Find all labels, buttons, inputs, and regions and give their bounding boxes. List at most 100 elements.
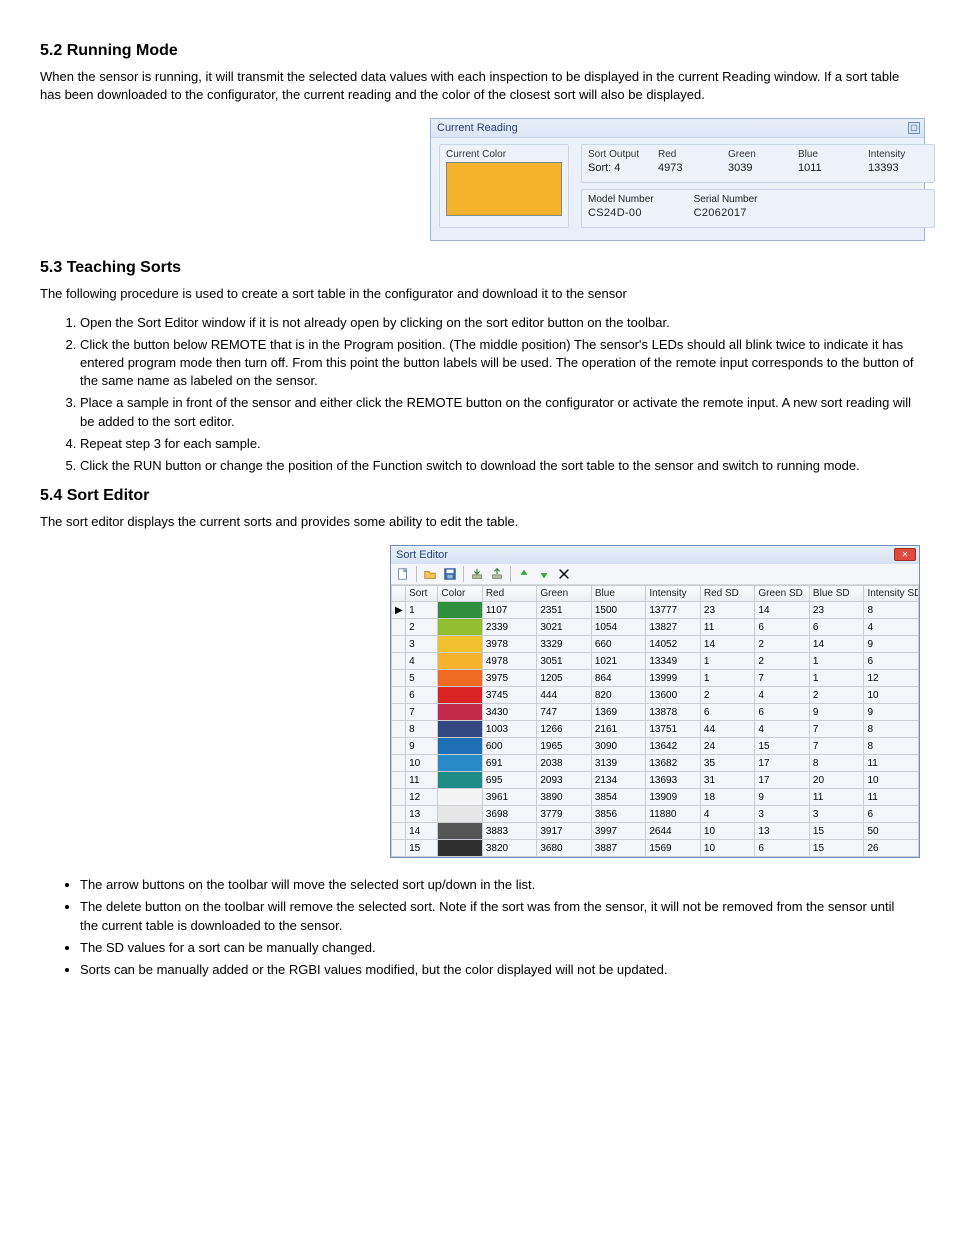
cell-int[interactable]: 13693: [646, 772, 701, 789]
cell-isd[interactable]: 9: [864, 636, 919, 653]
col-green[interactable]: Green: [537, 586, 592, 602]
cell-gsd[interactable]: 6: [755, 704, 810, 721]
cell-blue[interactable]: 1021: [591, 653, 646, 670]
cell-sort[interactable]: 14: [406, 823, 438, 840]
cell-color[interactable]: [438, 823, 482, 840]
cell-red[interactable]: 2339: [482, 619, 537, 636]
cell-blue[interactable]: 3854: [591, 789, 646, 806]
cell-green[interactable]: 747: [537, 704, 592, 721]
cell-blue[interactable]: 864: [591, 670, 646, 687]
cell-sort[interactable]: 8: [406, 721, 438, 738]
cell-bsd[interactable]: 14: [809, 636, 864, 653]
cell-green[interactable]: 3890: [537, 789, 592, 806]
cell-red[interactable]: 3430: [482, 704, 537, 721]
cell-color[interactable]: [438, 602, 482, 619]
cell-red[interactable]: 600: [482, 738, 537, 755]
table-row[interactable]: 5397512058641399917112: [392, 670, 919, 687]
col-sort[interactable]: Sort: [406, 586, 438, 602]
cell-rsd[interactable]: 44: [700, 721, 755, 738]
cell-sort[interactable]: 9: [406, 738, 438, 755]
cell-sort[interactable]: 10: [406, 755, 438, 772]
table-row[interactable]: ▶1110723511500137772314238: [392, 602, 919, 619]
col-color[interactable]: Color: [438, 586, 482, 602]
cell-color[interactable]: [438, 738, 482, 755]
table-row[interactable]: 12396138903854139091891111: [392, 789, 919, 806]
table-row[interactable]: 734307471369138786699: [392, 704, 919, 721]
cell-int[interactable]: 13878: [646, 704, 701, 721]
cell-gsd[interactable]: 4: [755, 721, 810, 738]
cell-gsd[interactable]: 3: [755, 806, 810, 823]
cell-isd[interactable]: 8: [864, 721, 919, 738]
cell-isd[interactable]: 6: [864, 806, 919, 823]
cell-blue[interactable]: 1500: [591, 602, 646, 619]
cell-blue[interactable]: 660: [591, 636, 646, 653]
cell-int[interactable]: 2644: [646, 823, 701, 840]
cell-green[interactable]: 3779: [537, 806, 592, 823]
cell-blue[interactable]: 3139: [591, 755, 646, 772]
expand-icon[interactable]: ▢: [908, 122, 920, 134]
cell-isd[interactable]: 4: [864, 619, 919, 636]
cell-sort[interactable]: 12: [406, 789, 438, 806]
new-icon[interactable]: [395, 566, 411, 582]
cell-green[interactable]: 3051: [537, 653, 592, 670]
cell-rsd[interactable]: 6: [700, 704, 755, 721]
sort-table[interactable]: SortColorRedGreenBlueIntensityRed SDGree…: [391, 585, 919, 857]
cell-gsd[interactable]: 4: [755, 687, 810, 704]
cell-sort[interactable]: 1: [406, 602, 438, 619]
table-row[interactable]: 14388339173997264410131550: [392, 823, 919, 840]
table-row[interactable]: 637454448201360024210: [392, 687, 919, 704]
cell-rsd[interactable]: 1: [700, 670, 755, 687]
col-blue[interactable]: Blue: [591, 586, 646, 602]
table-row[interactable]: 13369837793856118804336: [392, 806, 919, 823]
cell-int[interactable]: 13682: [646, 755, 701, 772]
cell-green[interactable]: 1205: [537, 670, 592, 687]
cell-int[interactable]: 13349: [646, 653, 701, 670]
cell-gsd[interactable]: 14: [755, 602, 810, 619]
cell-rsd[interactable]: 14: [700, 636, 755, 653]
table-row[interactable]: 1069120383139136823517811: [392, 755, 919, 772]
cell-red[interactable]: 3820: [482, 840, 537, 857]
cell-gsd[interactable]: 2: [755, 653, 810, 670]
close-icon[interactable]: ✕: [894, 548, 916, 561]
cell-gsd[interactable]: 2: [755, 636, 810, 653]
move-up-icon[interactable]: [516, 566, 532, 582]
cell-rsd[interactable]: 10: [700, 823, 755, 840]
cell-isd[interactable]: 8: [864, 738, 919, 755]
cell-sort[interactable]: 15: [406, 840, 438, 857]
cell-blue[interactable]: 3997: [591, 823, 646, 840]
cell-sort[interactable]: 13: [406, 806, 438, 823]
cell-int[interactable]: 13600: [646, 687, 701, 704]
cell-blue[interactable]: 2161: [591, 721, 646, 738]
cell-bsd[interactable]: 7: [809, 721, 864, 738]
cell-green[interactable]: 3021: [537, 619, 592, 636]
cell-rsd[interactable]: 24: [700, 738, 755, 755]
cell-red[interactable]: 3978: [482, 636, 537, 653]
cell-color[interactable]: [438, 619, 482, 636]
cell-red[interactable]: 691: [482, 755, 537, 772]
cell-color[interactable]: [438, 806, 482, 823]
cell-color[interactable]: [438, 653, 482, 670]
cell-gsd[interactable]: 13: [755, 823, 810, 840]
download-icon[interactable]: [469, 566, 485, 582]
cell-gsd[interactable]: 17: [755, 772, 810, 789]
cell-bsd[interactable]: 2: [809, 687, 864, 704]
delete-icon[interactable]: [556, 566, 572, 582]
cell-isd[interactable]: 10: [864, 772, 919, 789]
cell-bsd[interactable]: 15: [809, 840, 864, 857]
cell-blue[interactable]: 1369: [591, 704, 646, 721]
cell-int[interactable]: 13642: [646, 738, 701, 755]
cell-isd[interactable]: 11: [864, 789, 919, 806]
cell-int[interactable]: 13827: [646, 619, 701, 636]
cell-blue[interactable]: 3887: [591, 840, 646, 857]
cell-blue[interactable]: 3090: [591, 738, 646, 755]
cell-isd[interactable]: 11: [864, 755, 919, 772]
cell-green[interactable]: 3917: [537, 823, 592, 840]
cell-rsd[interactable]: 1: [700, 653, 755, 670]
col-green-sd[interactable]: Green SD: [755, 586, 810, 602]
cell-color[interactable]: [438, 670, 482, 687]
cell-green[interactable]: 2038: [537, 755, 592, 772]
cell-int[interactable]: 1569: [646, 840, 701, 857]
table-row[interactable]: 81003126621611375144478: [392, 721, 919, 738]
cell-isd[interactable]: 50: [864, 823, 919, 840]
cell-color[interactable]: [438, 789, 482, 806]
